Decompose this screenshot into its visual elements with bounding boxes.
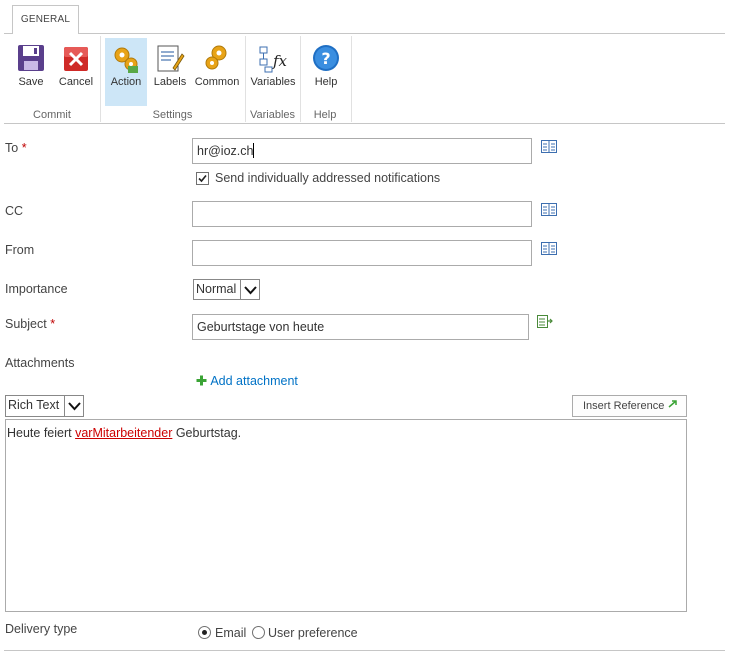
address-book-icon[interactable]	[541, 203, 557, 216]
group-label-variables: Variables	[249, 109, 296, 121]
labels-button[interactable]: Labels	[150, 38, 190, 106]
plus-icon	[196, 375, 207, 386]
group-label-commit: Commit	[33, 109, 71, 121]
delivery-user-preference-label: User preference	[268, 626, 358, 640]
common-label: Common	[194, 76, 240, 88]
variable-reference[interactable]: varMitarbeitender	[75, 426, 172, 440]
send-individually-label: Send individually addressed notification…	[215, 171, 441, 185]
cc-label: CC	[5, 204, 24, 218]
svg-text:?: ?	[321, 49, 330, 68]
address-book-icon[interactable]	[541, 140, 557, 153]
delivery-email-radio[interactable]	[198, 626, 211, 639]
cancel-label: Cancel	[58, 76, 94, 88]
variables-button[interactable]: fx Variables	[249, 38, 297, 106]
insert-reference-icon[interactable]	[537, 315, 553, 329]
message-body-editor[interactable]: Heute feiert varMitarbeitender Geburtsta…	[5, 419, 687, 612]
document-pencil-icon	[155, 44, 185, 77]
cancel-x-icon	[63, 44, 89, 75]
help-question-icon: ?	[312, 44, 340, 75]
cancel-button[interactable]: Cancel	[55, 38, 97, 106]
subject-label: Subject *	[5, 317, 56, 331]
to-field[interactable]: hr@ioz.ch	[192, 138, 532, 164]
add-attachment-link[interactable]: Add attachment	[196, 374, 298, 388]
labels-label: Labels	[153, 76, 187, 88]
tab-general[interactable]: GENERAL	[12, 5, 79, 34]
importance-label: Importance	[5, 282, 68, 296]
group-divider	[351, 36, 352, 122]
bottom-divider	[4, 650, 725, 651]
arrow-up-right-icon	[668, 400, 678, 408]
gears-icon	[111, 44, 141, 77]
svg-text:fx: fx	[272, 52, 288, 70]
group-label-help: Help	[313, 109, 337, 121]
save-label: Save	[18, 76, 44, 88]
from-label: From	[5, 243, 35, 257]
floppy-disk-icon	[17, 44, 45, 75]
address-book-icon[interactable]	[541, 242, 557, 255]
help-label: Help	[314, 76, 338, 88]
save-button[interactable]: Save	[10, 38, 52, 106]
function-fx-icon: fx	[257, 44, 289, 77]
delivery-email-label: Email	[215, 626, 247, 640]
delivery-user-preference-radio[interactable]	[252, 626, 265, 639]
common-button[interactable]: Common	[192, 38, 242, 106]
message-body-text: Heute feiert varMitarbeitender Geburtsta…	[7, 426, 242, 440]
cc-field[interactable]	[192, 201, 532, 227]
group-label-settings: Settings	[152, 109, 193, 121]
checkmark-icon	[198, 174, 207, 183]
importance-select[interactable]: Normal	[193, 279, 260, 300]
send-individually-checkbox[interactable]	[196, 172, 209, 185]
from-field[interactable]	[192, 240, 532, 266]
subject-field[interactable]: Geburtstage von heute	[192, 314, 529, 340]
delivery-type-label: Delivery type	[5, 622, 78, 636]
action-label: Action	[110, 76, 142, 88]
chevron-down-icon	[64, 396, 83, 416]
action-button[interactable]: Action	[105, 38, 147, 106]
to-label: To *	[5, 141, 27, 155]
chevron-down-icon	[240, 280, 259, 299]
gears-icon	[203, 44, 231, 75]
format-select[interactable]: Rich Text	[5, 395, 84, 417]
help-button[interactable]: ? Help	[304, 38, 348, 106]
insert-reference-button[interactable]: Insert Reference	[572, 395, 687, 417]
attachments-label: Attachments	[5, 356, 75, 370]
variables-label: Variables	[250, 76, 296, 88]
